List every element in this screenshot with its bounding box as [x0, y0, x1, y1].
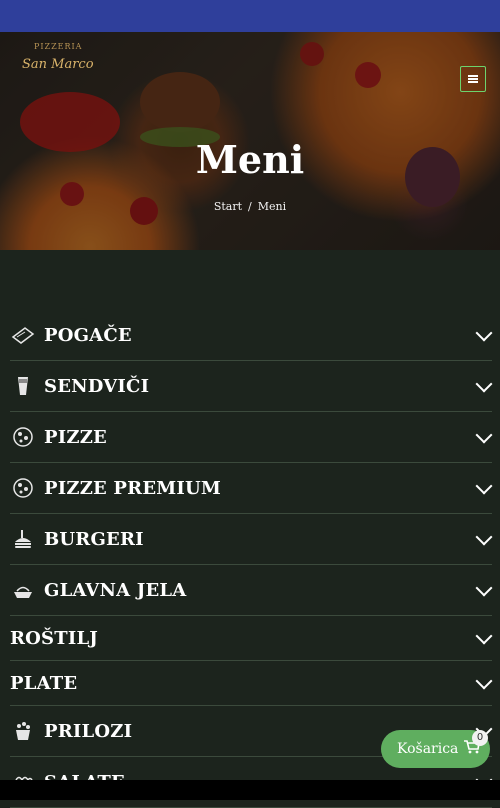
main-dish-icon — [10, 577, 36, 603]
category-label: PIZZE — [44, 426, 107, 448]
category-label: GLAVNA JELA — [44, 579, 187, 601]
logo-title: San Marco — [22, 57, 94, 72]
hamburger-menu-button[interactable] — [460, 66, 486, 92]
hamburger-icon — [468, 75, 478, 83]
category-label: BURGERI — [44, 528, 144, 550]
category-pogace[interactable]: POGAČE — [10, 310, 493, 361]
category-rostilj[interactable]: ROŠTILJ — [10, 616, 493, 661]
chevron-down-icon — [475, 627, 493, 645]
chevron-down-icon — [475, 375, 493, 393]
category-label: PLATE — [10, 672, 78, 694]
category-label: POGAČE — [44, 324, 132, 346]
status-bar — [0, 0, 500, 32]
category-label: PRILOZI — [44, 720, 133, 742]
chevron-down-icon — [475, 672, 493, 690]
breadcrumb: Start / Meni — [0, 200, 500, 213]
category-burgeri[interactable]: BURGERI — [10, 514, 493, 565]
breadcrumb-home-link[interactable]: Start — [214, 200, 242, 213]
category-label: ROŠTILJ — [10, 627, 99, 649]
flatbread-icon — [10, 322, 36, 348]
logo[interactable]: PIZZERIA San Marco — [22, 42, 94, 72]
cart-label: Košarica — [397, 741, 459, 757]
pizza-icon — [10, 475, 36, 501]
category-pizze-premium[interactable]: PIZZE PREMIUM — [10, 463, 493, 514]
breadcrumb-separator: / — [248, 200, 252, 213]
category-sendvici[interactable]: SENDVIČI — [10, 361, 493, 412]
cart-count-badge: 0 — [472, 730, 488, 746]
burger-icon — [10, 526, 36, 552]
chevron-down-icon — [475, 477, 493, 495]
category-plate[interactable]: PLATE — [10, 661, 493, 706]
pizza-icon — [10, 424, 36, 450]
breadcrumb-current: Meni — [257, 200, 287, 213]
bottom-system-bar — [0, 780, 500, 800]
chevron-down-icon — [475, 324, 493, 342]
category-label: PIZZE PREMIUM — [44, 477, 222, 499]
category-glavna-jela[interactable]: GLAVNA JELA — [10, 565, 493, 616]
drink-glass-icon — [10, 373, 36, 399]
side-dish-icon — [10, 718, 36, 744]
category-label: SENDVIČI — [44, 375, 150, 397]
chevron-down-icon — [475, 579, 493, 597]
chevron-down-icon — [475, 528, 493, 546]
logo-subtitle: PIZZERIA — [34, 42, 83, 51]
hero-banner: PIZZERIA San Marco Meni Start / Meni — [0, 32, 500, 250]
cart-button[interactable]: Košarica 0 — [381, 730, 490, 768]
category-pizze[interactable]: PIZZE — [10, 412, 493, 463]
page-title: Meni — [195, 137, 305, 182]
chevron-down-icon — [475, 426, 493, 444]
